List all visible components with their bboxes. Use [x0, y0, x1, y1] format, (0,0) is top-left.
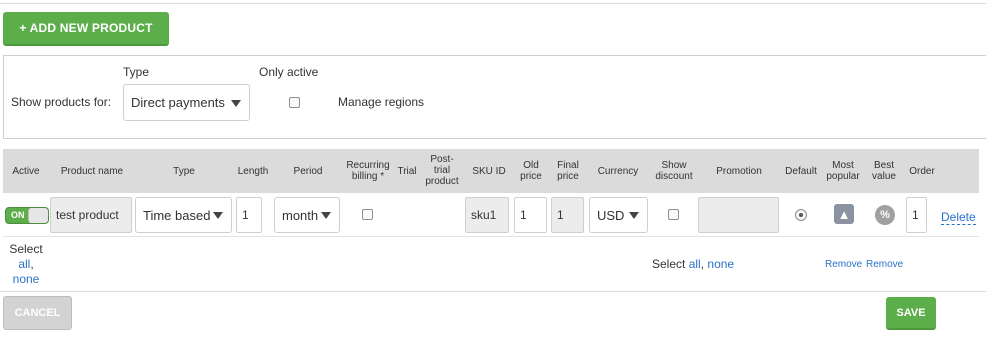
sku-id-field[interactable]: sku1 — [465, 197, 509, 233]
header-final-price-line1: Final — [557, 160, 579, 171]
only-active-checkbox[interactable] — [289, 97, 300, 108]
length-input[interactable]: 1 — [236, 197, 262, 233]
final-price-field[interactable]: 1 — [551, 197, 584, 233]
header-best-value: Best value — [872, 160, 896, 182]
header-final-price: Final price — [557, 160, 579, 182]
product-type-value: Time based — [143, 207, 211, 223]
only-active-label: Only active — [259, 65, 319, 79]
header-currency: Currency — [597, 166, 639, 177]
manage-regions-label[interactable]: Manage regions — [338, 95, 424, 109]
header-old-price-line1: Old — [523, 160, 539, 171]
header-default: Default — [785, 166, 817, 177]
select-label-mid: Select — [652, 257, 686, 271]
header-length: Length — [237, 166, 269, 177]
header-final-price-line2: price — [557, 171, 579, 182]
chevron-down-icon — [629, 212, 639, 219]
product-name-field[interactable]: test product — [50, 197, 132, 233]
header-best-value-line1: Best — [873, 160, 894, 171]
type-filter-select[interactable]: Direct payments — [123, 84, 250, 121]
active-toggle[interactable]: ON — [5, 207, 49, 224]
comma-separator: , — [30, 257, 34, 271]
product-type-select[interactable]: Time based — [135, 197, 232, 233]
chevron-down-icon — [321, 212, 331, 219]
header-show-discount: Show discount — [655, 160, 692, 182]
select-all-link-mid[interactable]: all — [689, 257, 701, 271]
remove-most-popular-link[interactable]: Remove — [825, 259, 862, 270]
select-none-link-mid[interactable]: none — [707, 257, 734, 271]
select-label: Select — [9, 242, 43, 256]
add-new-product-button[interactable]: + ADD NEW PRODUCT — [3, 12, 169, 46]
header-old-price: Old price — [520, 160, 542, 182]
header-post-trial-product: Post- trial product — [425, 154, 458, 187]
header-sku-id: SKU ID — [472, 166, 506, 177]
percent-icon[interactable]: % — [875, 205, 895, 225]
header-post-trial-line2: trial — [433, 165, 451, 176]
header-recurring-line1: Recurring — [346, 160, 390, 171]
show-products-label: Show products for: — [11, 95, 112, 109]
top-divider — [0, 3, 986, 4]
header-best-value-line2: value — [872, 171, 896, 182]
type-filter-value: Direct payments — [131, 95, 225, 110]
header-period: Period — [293, 166, 323, 177]
header-promotion: Promotion — [716, 166, 762, 177]
period-value: month — [282, 207, 319, 223]
header-recurring-billing: Recurring billing * — [346, 160, 389, 182]
default-radio[interactable] — [795, 209, 807, 221]
chevron-down-icon — [231, 99, 241, 107]
header-order: Order — [909, 166, 935, 177]
header-product-name: Product name — [60, 166, 124, 177]
recurring-billing-checkbox[interactable] — [362, 209, 373, 220]
header-show-discount-line2: discount — [655, 171, 693, 182]
comma-separator-mid: , — [700, 257, 705, 271]
delete-link[interactable]: Delete — [941, 210, 976, 225]
header-most-popular: Most popular — [826, 160, 859, 182]
header-recurring-line2: billing * — [351, 171, 385, 182]
select-all-none-active: Select all, none — [9, 242, 43, 287]
header-most-popular-line2: popular — [826, 171, 860, 182]
header-show-discount-line1: Show — [661, 160, 687, 171]
type-filter-label: Type — [123, 65, 150, 79]
header-trial: Trial — [397, 166, 417, 177]
remove-best-value-link[interactable]: Remove — [866, 259, 903, 270]
show-discount-checkbox[interactable] — [668, 209, 679, 220]
order-input[interactable]: 1 — [906, 197, 927, 233]
promotion-field[interactable] — [698, 197, 779, 233]
toggle-on-label: ON — [11, 210, 25, 220]
header-post-trial-line3: product — [425, 176, 459, 187]
bottom-divider — [0, 291, 986, 292]
chevron-down-icon — [213, 212, 223, 219]
table-header: Active Product name Type Length Period R… — [3, 149, 979, 193]
header-post-trial-line1: Post- — [430, 154, 454, 165]
radio-dot — [799, 213, 803, 217]
currency-select[interactable]: USD — [589, 197, 648, 233]
header-most-popular-line1: Most — [832, 160, 854, 171]
header-active: Active — [12, 166, 40, 177]
header-old-price-line2: price — [520, 171, 542, 182]
toggle-knob — [28, 208, 48, 223]
currency-value: USD — [597, 207, 625, 223]
cancel-button[interactable]: CANCEL — [3, 296, 72, 330]
old-price-input[interactable]: 1 — [514, 197, 547, 233]
select-all-link[interactable]: all — [18, 257, 30, 271]
save-button[interactable]: SAVE — [886, 297, 936, 330]
header-type: Type — [173, 166, 195, 177]
thumbs-up-icon[interactable]: ▲ — [834, 204, 854, 224]
period-select[interactable]: month — [274, 197, 340, 233]
select-all-none-discount: Select all, none — [652, 257, 734, 271]
select-none-link[interactable]: none — [13, 272, 40, 286]
